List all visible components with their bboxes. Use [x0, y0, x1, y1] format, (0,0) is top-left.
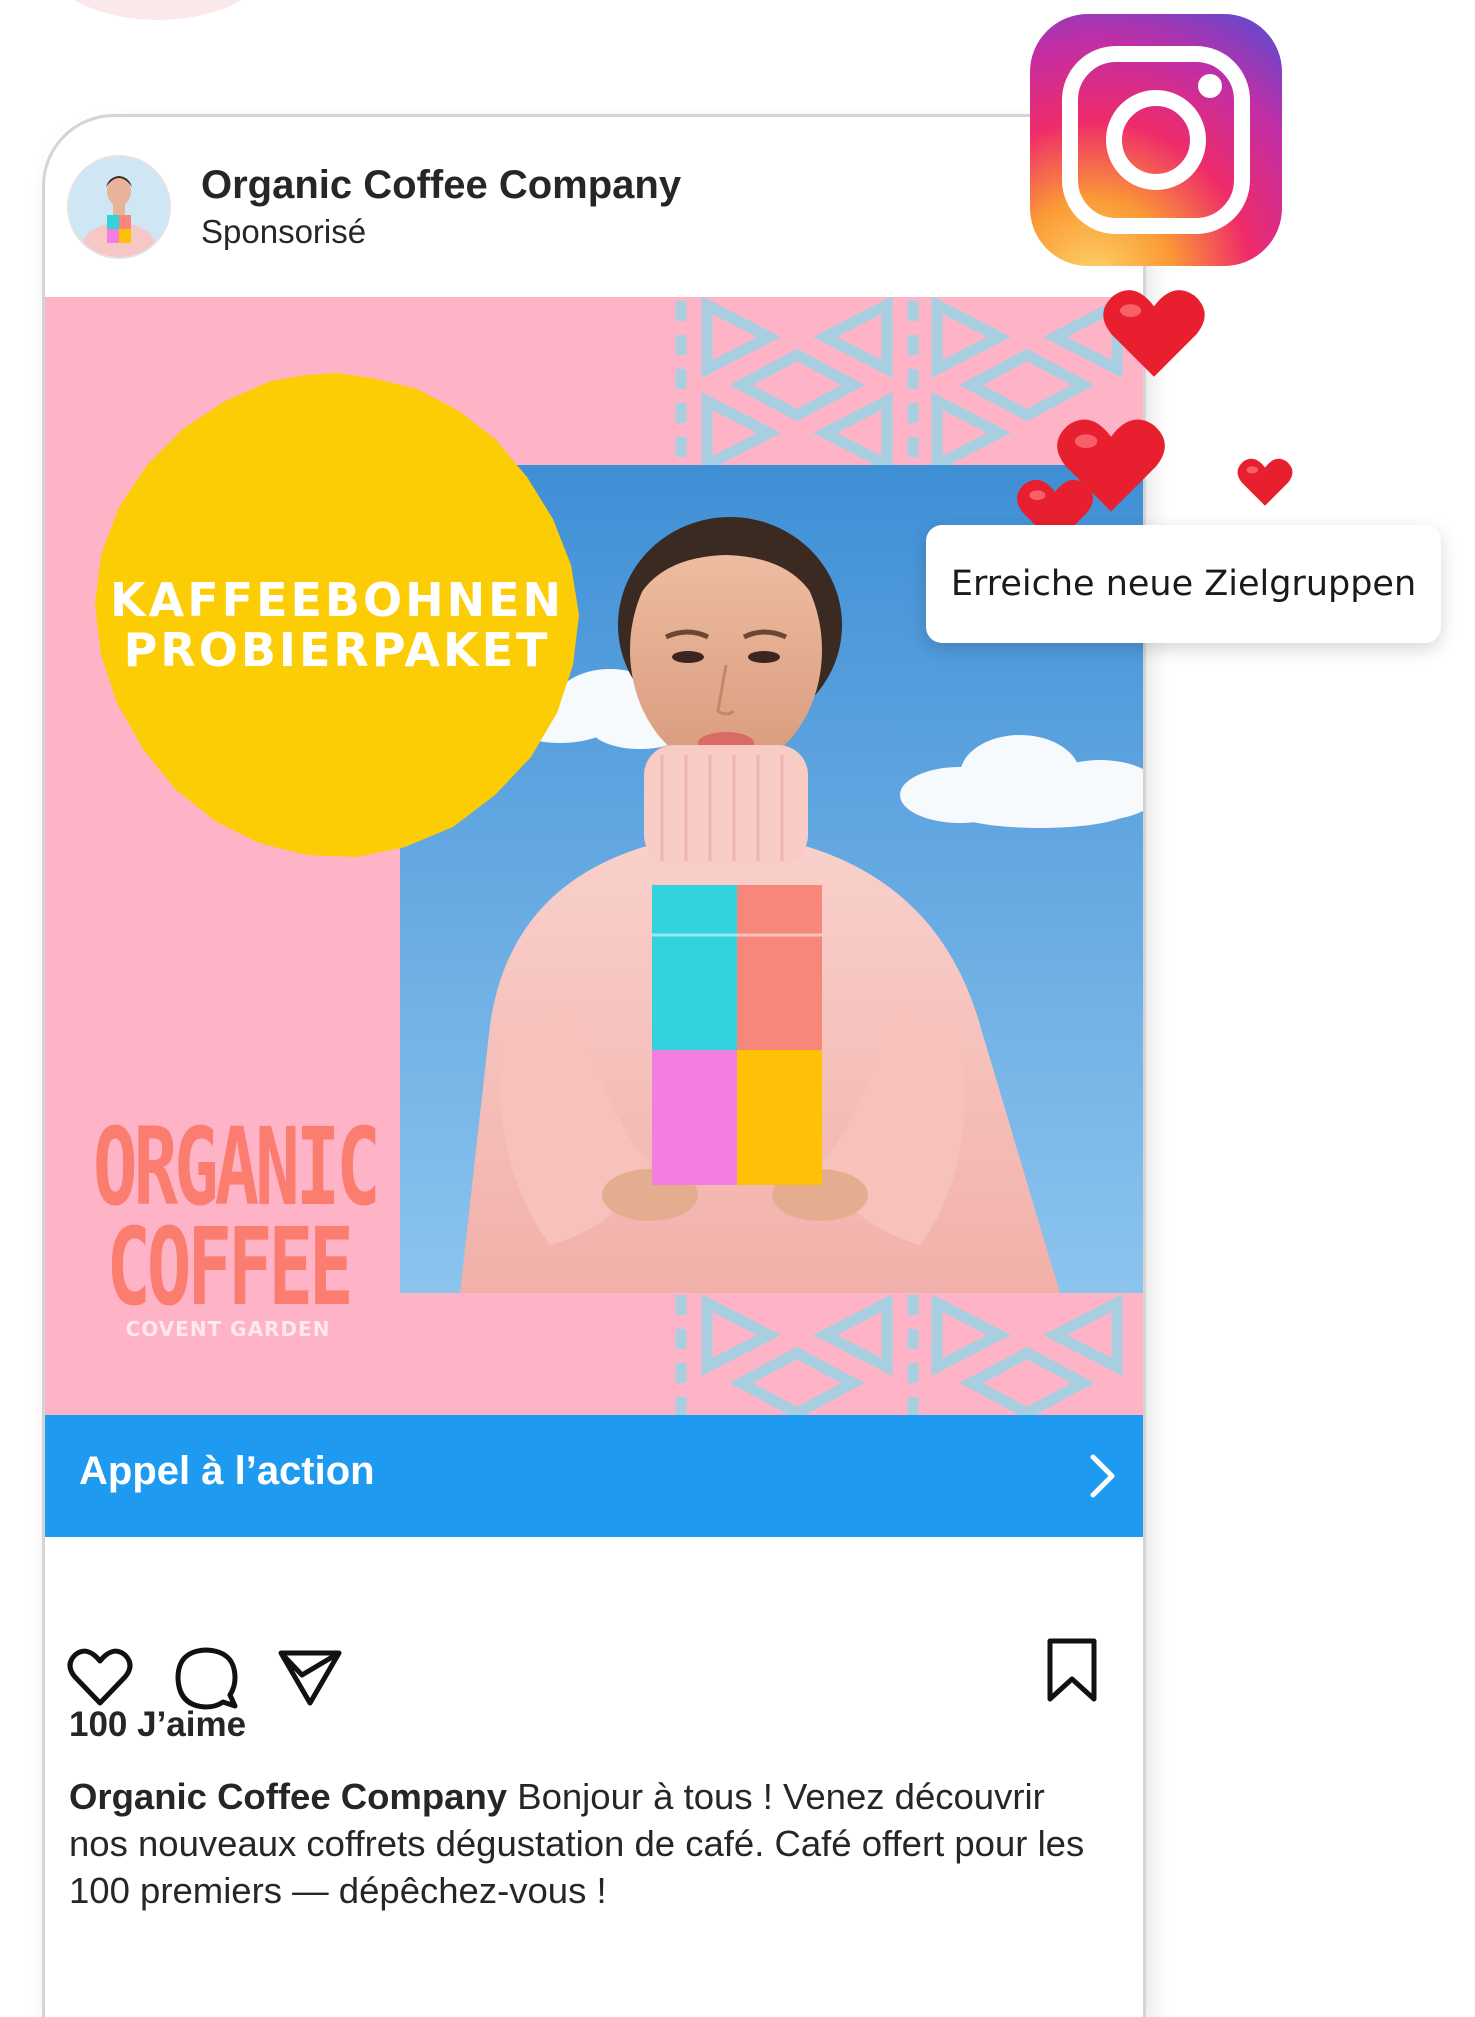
likes-count[interactable]: 100 J’aime	[69, 1705, 246, 1745]
caption: Organic Coffee Company Bonjour à tous ! …	[69, 1773, 1109, 1914]
background-decoration	[38, 0, 278, 20]
sponsored-label: Sponsorisé	[201, 213, 367, 250]
action-bar	[45, 1537, 1143, 1710]
caption-author[interactable]: Organic Coffee Company	[69, 1776, 507, 1817]
post-header: Organic Coffee Company Sponsorisé	[45, 117, 1143, 297]
floating-heart-icon	[1237, 458, 1293, 506]
share-icon[interactable]	[277, 1647, 343, 1707]
avatar[interactable]	[67, 155, 171, 259]
phone-frame: Organic Coffee Company Sponsorisé KAFFEE…	[42, 114, 1146, 2017]
cta-label: Appel à l’action	[79, 1449, 375, 1493]
promo-headline: KAFFEEBOHNEN PROBIERPAKET	[87, 575, 587, 675]
account-name[interactable]: Organic Coffee Company	[201, 163, 681, 208]
heart-icon[interactable]	[67, 1647, 133, 1707]
bookmark-icon[interactable]	[1045, 1637, 1099, 1703]
ad-image[interactable]: KAFFEEBOHNEN PROBIERPAKET ORGANIC COFFEE…	[45, 297, 1143, 1415]
brand-logo: ORGANIC COFFEE COVENT GARDEN	[93, 1095, 381, 1341]
brand-location: COVENT GARDEN	[125, 1317, 331, 1341]
comment-icon[interactable]	[173, 1645, 239, 1711]
audience-tooltip: Erreiche neue Zielgruppen	[926, 525, 1441, 643]
promo-headline-line1: KAFFEEBOHNEN	[109, 573, 565, 627]
cta-button[interactable]: Appel à l’action	[45, 1415, 1143, 1537]
tooltip-text: Erreiche neue Zielgruppen	[950, 564, 1417, 604]
avatar-image	[69, 157, 169, 257]
chevron-right-icon	[1090, 1454, 1115, 1498]
floating-heart-icon	[1103, 290, 1205, 377]
pattern-bottom	[675, 1293, 1123, 1415]
instagram-icon[interactable]	[1030, 14, 1282, 266]
promo-headline-line2: PROBIERPAKET	[123, 623, 551, 677]
